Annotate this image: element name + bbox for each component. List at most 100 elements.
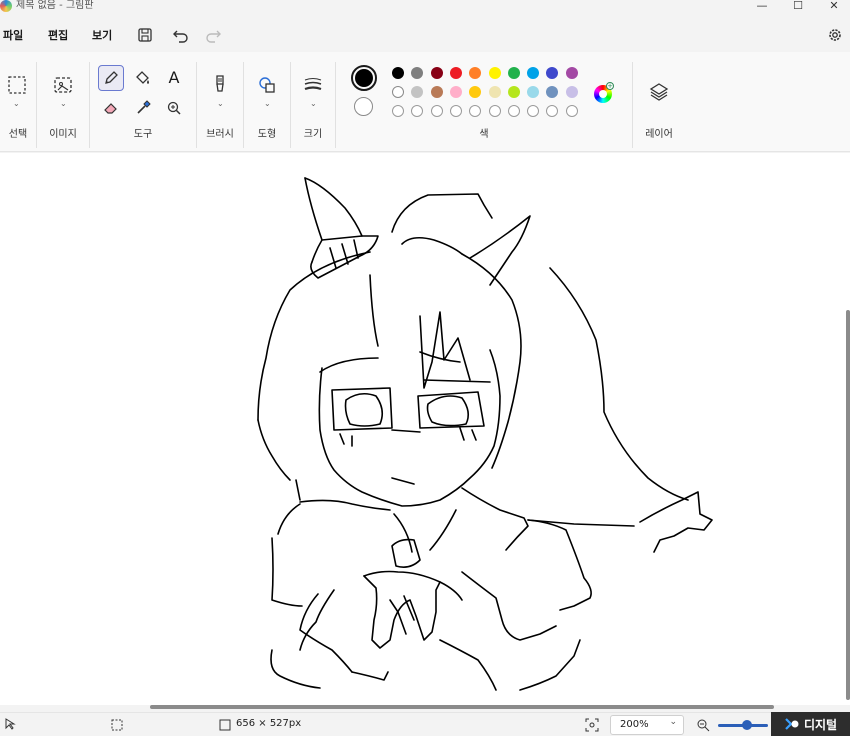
palette-swatch[interactable] (527, 86, 540, 98)
palette-swatch[interactable] (488, 86, 501, 98)
image-crop-icon[interactable] (50, 72, 76, 98)
palette-swatch[interactable] (565, 67, 578, 79)
custom-color-slot[interactable] (565, 105, 578, 117)
save-icon[interactable] (135, 25, 155, 45)
fit-to-window-icon[interactable] (585, 718, 599, 735)
brush-group: ⌄ 브러시 (197, 52, 243, 152)
tools-group: A 도구 (90, 52, 196, 152)
window-title: 제목 없음 - 그림판 (16, 0, 94, 11)
colors-group: + 색 (336, 52, 632, 152)
shape-group: ⌄ 도형 (244, 52, 290, 152)
shape-label: 도형 (257, 129, 277, 140)
menu-file[interactable]: 파일 (3, 27, 23, 43)
title-bar: 제목 없음 - 그림판 — ☐ ✕ (0, 0, 850, 14)
shape-chevron-down-icon[interactable]: ⌄ (264, 99, 271, 108)
watermark-icon (785, 718, 799, 730)
minimize-button[interactable]: — (752, 0, 772, 14)
ribbon-toolbar: ⌄ 선택 ⌄ 이미지 A 도구 ⌄ 브러시 ⌄ 도형 ⌄ 크기 + 색 레이어 (0, 52, 850, 152)
shapes-icon[interactable] (254, 72, 280, 98)
zoom-dropdown[interactable]: 200% ⌄ (610, 715, 684, 735)
menu-bar: 파일 편집 보기 (0, 18, 850, 52)
close-button[interactable]: ✕ (824, 0, 844, 14)
zoom-value: 200% (620, 719, 649, 730)
eraser-icon[interactable] (98, 95, 124, 121)
custom-color-slot[interactable] (488, 105, 501, 117)
redo-icon[interactable] (203, 25, 223, 45)
image-label: 이미지 (49, 129, 77, 140)
stroke-size-icon[interactable] (300, 72, 326, 98)
tools-label: 도구 (133, 129, 153, 140)
edit-colors-wheel-icon[interactable]: + (594, 82, 614, 103)
custom-color-slot[interactable] (527, 105, 540, 117)
vertical-scrollbar[interactable] (846, 310, 850, 700)
custom-color-slot[interactable] (546, 105, 559, 117)
brush-label: 브러시 (206, 129, 234, 140)
magnifier-icon[interactable] (161, 95, 187, 121)
primary-color-selector[interactable] (351, 65, 377, 91)
custom-color-slot[interactable] (449, 105, 462, 117)
selection-size-icon (111, 719, 123, 734)
image-group: ⌄ 이미지 (37, 52, 89, 152)
watermark-logo: 디지털 (771, 712, 850, 736)
cursor-position-icon (4, 718, 16, 733)
sketch-drawing (257, 177, 713, 691)
palette-swatch[interactable] (469, 86, 482, 98)
custom-color-slot[interactable] (469, 105, 482, 117)
select-chevron-down-icon[interactable]: ⌄ (13, 99, 20, 108)
palette-swatch[interactable] (411, 67, 424, 79)
status-bar: 656 × 527px 200% ⌄ (0, 712, 850, 736)
secondary-color-swatch[interactable] (354, 97, 373, 116)
color-picker-icon[interactable] (130, 95, 156, 121)
custom-color-slot[interactable] (411, 105, 424, 117)
primary-color-swatch (355, 69, 373, 87)
menu-edit[interactable]: 편집 (48, 27, 68, 43)
custom-color-slot[interactable] (392, 105, 404, 117)
brush-icon[interactable] (207, 72, 233, 98)
colors-label: 색 (479, 129, 489, 140)
pencil-icon[interactable] (98, 65, 124, 91)
select-rectangle-icon[interactable] (4, 72, 30, 98)
layers-label: 레이어 (645, 129, 673, 140)
undo-icon[interactable] (171, 25, 191, 45)
layers-group: 레이어 (633, 52, 685, 152)
palette-swatch[interactable] (392, 67, 404, 79)
paint-app-icon (0, 0, 12, 12)
image-chevron-down-icon[interactable]: ⌄ (60, 99, 67, 108)
palette-swatch[interactable] (411, 86, 424, 98)
canvas-size-icon (219, 719, 231, 734)
palette-swatch[interactable] (507, 86, 520, 98)
size-group: ⌄ 크기 (291, 52, 335, 152)
horizontal-scrollbar[interactable] (150, 705, 774, 709)
zoom-chevron-down-icon: ⌄ (669, 717, 677, 727)
custom-color-slot[interactable] (507, 105, 520, 117)
palette-swatch[interactable] (565, 86, 578, 98)
palette-swatch[interactable] (449, 67, 462, 79)
select-label: 선택 (8, 129, 28, 140)
custom-color-slot[interactable] (430, 105, 443, 117)
palette-swatch[interactable] (488, 67, 501, 79)
palette-swatch[interactable] (507, 67, 520, 79)
size-label: 크기 (303, 129, 323, 140)
palette-swatch[interactable] (527, 67, 540, 79)
size-chevron-down-icon[interactable]: ⌄ (310, 99, 317, 108)
layers-icon[interactable] (646, 79, 672, 105)
palette-swatch[interactable] (430, 67, 443, 79)
palette-swatch[interactable] (392, 86, 404, 98)
text-tool-icon[interactable]: A (161, 64, 187, 90)
fill-bucket-icon[interactable] (130, 65, 156, 91)
settings-gear-icon[interactable] (825, 25, 845, 45)
zoom-slider-thumb[interactable] (742, 720, 752, 730)
maximize-button[interactable]: ☐ (788, 0, 808, 14)
palette-swatch[interactable] (430, 86, 443, 98)
palette-swatch[interactable] (546, 67, 559, 79)
watermark-text: 디지털 (803, 717, 838, 732)
zoom-out-icon[interactable] (696, 718, 710, 735)
palette-swatch[interactable] (469, 67, 482, 79)
brush-chevron-down-icon[interactable]: ⌄ (217, 99, 224, 108)
palette-swatch[interactable] (449, 86, 462, 98)
select-group: ⌄ 선택 (0, 52, 36, 152)
canvas-size-text: 656 × 527px (236, 718, 302, 729)
drawing-canvas[interactable] (0, 153, 850, 705)
menu-view[interactable]: 보기 (92, 27, 112, 43)
palette-swatch[interactable] (546, 86, 559, 98)
